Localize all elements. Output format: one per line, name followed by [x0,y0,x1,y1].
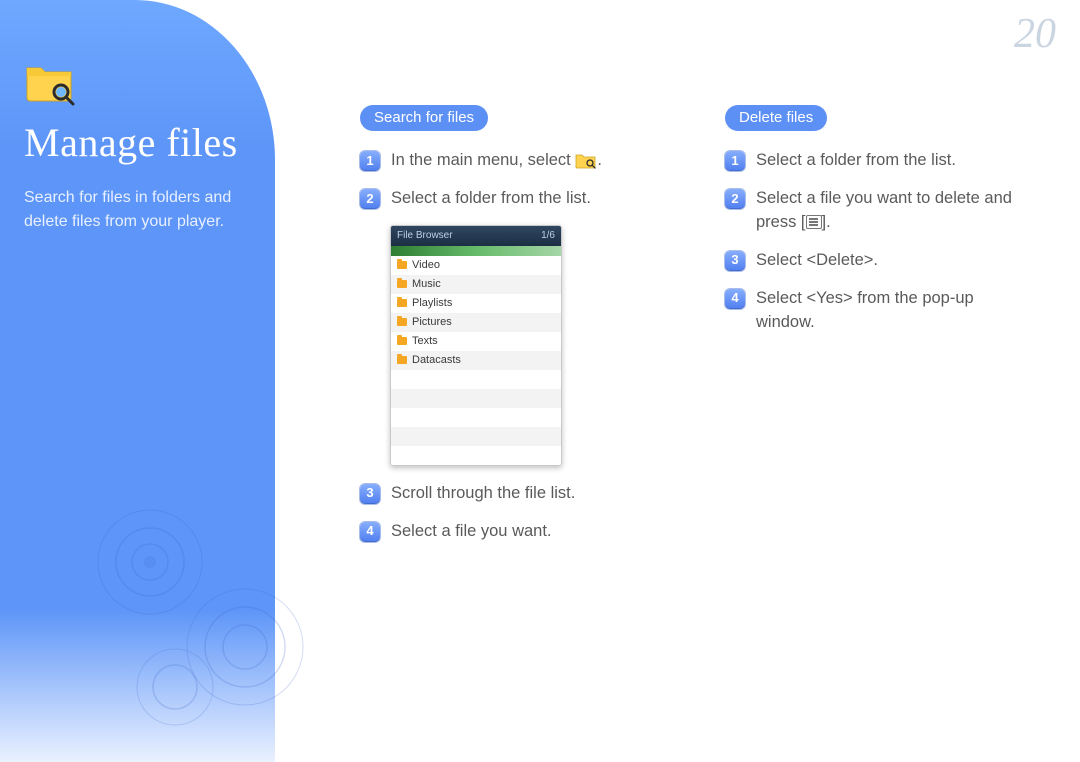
folder-search-small-icon [575,151,597,169]
file-browser-item-label: Video [412,259,440,271]
file-browser-empty-row [391,446,561,465]
file-browser-empty-row [391,389,561,408]
folder-icon [397,280,407,288]
menu-button-icon [806,215,822,229]
file-browser-row: Music [391,275,561,294]
file-browser-item-label: Playlists [412,297,452,309]
step-badge-1: 1 [360,151,380,171]
step-badge-2: 2 [725,189,745,209]
file-browser-item-label: Texts [412,335,438,347]
delete-step-1-text: Select a folder from the list. [756,149,1035,173]
search-step-1-text: In the main menu, select . [391,149,670,173]
delete-step-3: 3 Select <Delete>. [725,249,1035,273]
page-title: Manage files [24,119,255,166]
file-browser-row: Playlists [391,294,561,313]
delete-step-1: 1 Select a folder from the list. [725,149,1035,173]
step-badge-3: 3 [725,251,745,271]
delete-step-2: 2 Select a file you want to delete and p… [725,187,1035,235]
file-browser-empty-row [391,408,561,427]
folder-search-icon [24,58,255,111]
file-browser-list: Video Music Playlists Pictures Texts Dat… [391,256,561,465]
file-browser-empty-row [391,370,561,389]
search-section: Search for files 1 In the main menu, sel… [360,105,670,558]
search-step-2-text: Select a folder from the list. [391,187,670,211]
file-browser-item-label: Datacasts [412,354,461,366]
search-step-1: 1 In the main menu, select . [360,149,670,173]
folder-icon [397,318,407,326]
delete-step-4-text: Select <Yes> from the pop-up window. [756,287,1035,335]
file-browser-title: File Browser [397,230,453,241]
file-browser-header-strip [391,246,561,256]
step-text-part: ]. [822,213,831,231]
folder-icon [397,299,407,307]
file-browser-item-label: Pictures [412,316,452,328]
step-text-part: . [597,151,602,169]
step-badge-2: 2 [360,189,380,209]
file-browser-row: Video [391,256,561,275]
section-heading-search: Search for files [360,105,488,131]
delete-step-3-text: Select <Delete>. [756,249,1035,273]
page-subtitle: Search for files in folders and delete f… [24,186,239,234]
content-area: Search for files 1 In the main menu, sel… [360,105,1050,558]
delete-section: Delete files 1 Select a folder from the … [725,105,1035,558]
page-number: 20 [1014,10,1056,58]
step-badge-4: 4 [360,522,380,542]
folder-icon [397,261,407,269]
search-step-4: 4 Select a file you want. [360,520,670,544]
step-badge-4: 4 [725,289,745,309]
file-browser-row: Datacasts [391,351,561,370]
step-text-part: In the main menu, select [391,151,575,169]
decorative-circles [90,492,310,732]
file-browser-row: Texts [391,332,561,351]
file-browser-screenshot: File Browser 1/6 Video Music Playlists P… [390,225,562,466]
file-browser-item-label: Music [412,278,441,290]
folder-icon [397,337,407,345]
search-step-3: 3 Scroll through the file list. [360,482,670,506]
delete-step-2-text: Select a file you want to delete and pre… [756,187,1035,235]
sidebar: Manage files Search for files in folders… [0,0,275,762]
step-text-part: Select a file you want to delete and pre… [756,189,1012,231]
search-step-2: 2 Select a folder from the list. [360,187,670,211]
file-browser-titlebar: File Browser 1/6 [391,226,561,246]
search-step-3-text: Scroll through the file list. [391,482,670,506]
search-step-4-text: Select a file you want. [391,520,670,544]
step-badge-3: 3 [360,484,380,504]
step-badge-1: 1 [725,151,745,171]
folder-icon [397,356,407,364]
section-heading-delete: Delete files [725,105,827,131]
file-browser-row: Pictures [391,313,561,332]
manual-page: 20 Manage files Search for files in fold… [0,0,1080,762]
file-browser-counter: 1/6 [541,230,555,241]
delete-step-4: 4 Select <Yes> from the pop-up window. [725,287,1035,335]
file-browser-empty-row [391,427,561,446]
